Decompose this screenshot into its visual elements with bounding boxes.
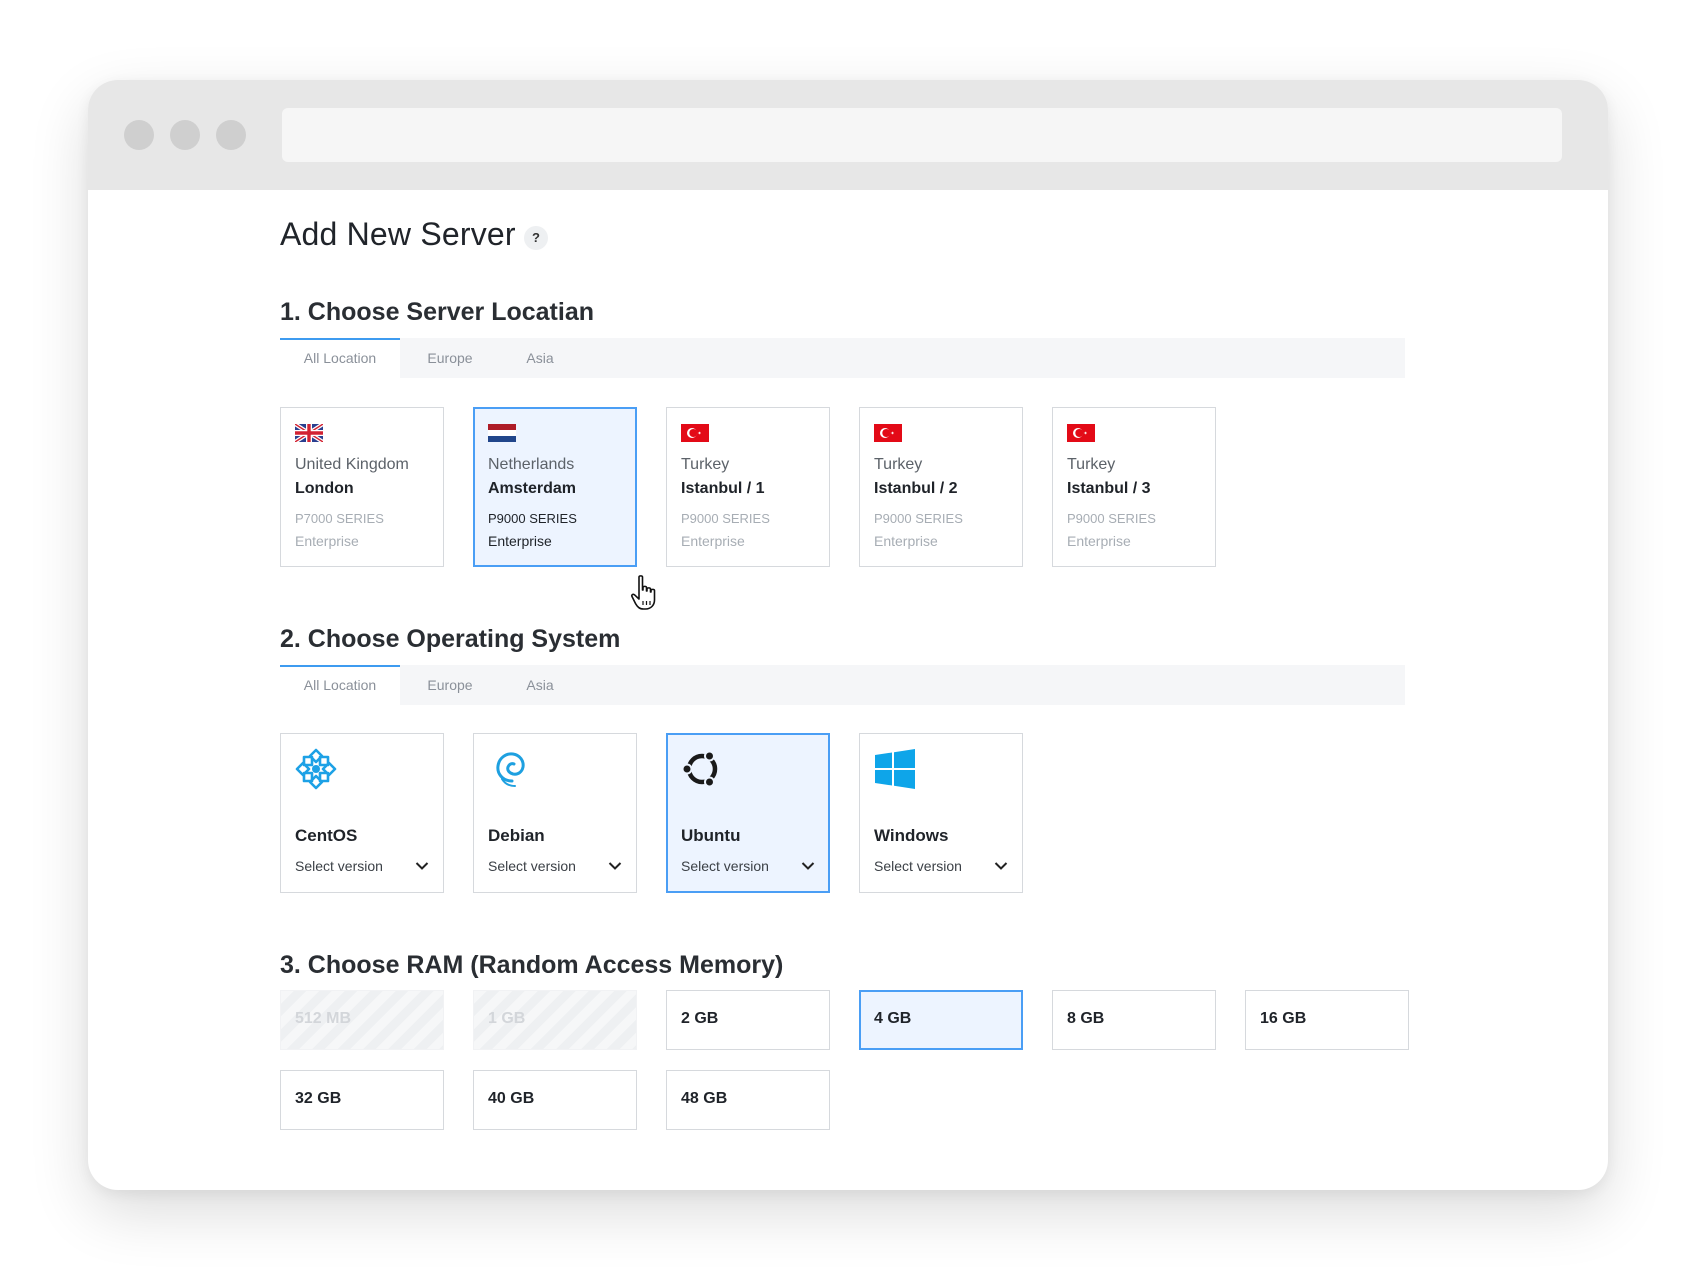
section-title-ram: 3. Choose RAM (Random Access Memory) — [280, 951, 784, 979]
ubuntu-logo-icon — [681, 750, 718, 788]
location-series: P9000 SERIES — [488, 511, 577, 526]
location-country: Turkey — [1067, 456, 1116, 473]
tab-europe[interactable]: Europe — [400, 665, 500, 705]
ram-option-48gb[interactable]: 48 GB — [666, 1070, 830, 1130]
turkey-flag-icon — [1067, 424, 1095, 442]
ram-option-1gb: 1 GB — [473, 990, 637, 1050]
help-icon[interactable]: ? — [524, 226, 548, 250]
location-city: London — [295, 480, 354, 497]
browser-titlebar — [88, 80, 1608, 190]
location-tier: Enterprise — [874, 533, 938, 549]
centos-logo-icon — [295, 748, 337, 790]
location-city: Istanbul / 3 — [1067, 480, 1151, 497]
location-series: P9000 SERIES — [1067, 511, 1156, 526]
location-card-istanbul-1[interactable]: Turkey Istanbul / 1 P9000 SERIES Enterpr… — [666, 407, 830, 567]
ram-option-40gb[interactable]: 40 GB — [473, 1070, 637, 1130]
ram-label: 40 GB — [488, 1090, 535, 1107]
location-city: Amsterdam — [488, 480, 577, 497]
location-card-istanbul-3[interactable]: Turkey Istanbul / 3 P9000 SERIES Enterpr… — [1052, 407, 1216, 567]
location-card-amsterdam[interactable]: Netherlands Amsterdam P9000 SERIES Enter… — [473, 407, 637, 567]
location-series: P9000 SERIES — [874, 511, 963, 526]
os-name: Windows — [874, 826, 949, 845]
version-select[interactable]: Select version — [488, 858, 576, 874]
hand-pointer-cursor-icon — [631, 575, 656, 610]
location-tier: Enterprise — [681, 533, 745, 549]
location-country: Netherlands — [488, 456, 575, 473]
ram-option-16gb[interactable]: 16 GB — [1245, 990, 1409, 1050]
browser-window: Add New Server ? 1. Choose Server Locati… — [88, 80, 1608, 1190]
os-card-debian[interactable]: Debian Select version — [473, 733, 637, 893]
version-select[interactable]: Select version — [295, 858, 383, 874]
tab-all-location[interactable]: All Location — [280, 338, 400, 378]
location-tier: Enterprise — [488, 533, 552, 549]
page-title: Add New Server — [280, 216, 516, 252]
os-name: Ubuntu — [681, 826, 741, 845]
chevron-down-icon[interactable] — [608, 861, 622, 871]
ram-label: 48 GB — [681, 1090, 728, 1107]
location-tier: Enterprise — [1067, 533, 1131, 549]
version-select[interactable]: Select version — [874, 858, 962, 874]
os-card-windows[interactable]: Windows Select version — [859, 733, 1023, 893]
window-minimize-dot[interactable] — [170, 120, 200, 150]
os-card-ubuntu[interactable]: Ubuntu Select version — [666, 733, 830, 893]
section-title-os: 2. Choose Operating System — [280, 625, 621, 653]
location-city: Istanbul / 1 — [681, 480, 765, 497]
ram-option-512mb: 512 MB — [280, 990, 444, 1050]
ram-label: 512 MB — [295, 1010, 352, 1027]
location-city: Istanbul / 2 — [874, 480, 958, 497]
tab-asia[interactable]: Asia — [500, 665, 580, 705]
version-select[interactable]: Select version — [681, 858, 769, 874]
location-country: Turkey — [681, 456, 730, 473]
tab-asia[interactable]: Asia — [500, 338, 580, 378]
turkey-flag-icon — [874, 424, 902, 442]
chevron-down-icon[interactable] — [801, 861, 815, 871]
ram-label: 32 GB — [295, 1090, 342, 1107]
ram-option-8gb[interactable]: 8 GB — [1052, 990, 1216, 1050]
os-name: CentOS — [295, 826, 358, 845]
ram-option-32gb[interactable]: 32 GB — [280, 1070, 444, 1130]
debian-logo-icon — [496, 752, 525, 787]
os-card-centos[interactable]: CentOS Select version — [280, 733, 444, 893]
location-series: P9000 SERIES — [681, 511, 770, 526]
ram-option-4gb[interactable]: 4 GB — [859, 990, 1023, 1050]
os-name: Debian — [488, 826, 545, 845]
chevron-down-icon[interactable] — [994, 861, 1008, 871]
ram-label: 1 GB — [488, 1010, 526, 1027]
ram-label: 16 GB — [1260, 1010, 1307, 1027]
window-close-dot[interactable] — [124, 120, 154, 150]
windows-logo-icon — [875, 749, 915, 789]
chevron-down-icon[interactable] — [415, 861, 429, 871]
window-maximize-dot[interactable] — [216, 120, 246, 150]
ram-label: 4 GB — [874, 1010, 912, 1027]
location-tier: Enterprise — [295, 533, 359, 549]
section-title-location: 1. Choose Server Locatian — [280, 298, 595, 326]
location-tabs: All Location Europe Asia — [280, 338, 1405, 378]
location-card-istanbul-2[interactable]: Turkey Istanbul / 2 P9000 SERIES Enterpr… — [859, 407, 1023, 567]
address-bar[interactable] — [282, 108, 1562, 162]
tab-europe[interactable]: Europe — [400, 338, 500, 378]
ram-label: 8 GB — [1067, 1010, 1105, 1027]
ram-label: 2 GB — [681, 1010, 719, 1027]
os-tabs: All Location Europe Asia — [280, 665, 1405, 705]
location-country: Turkey — [874, 456, 923, 473]
tab-all-location[interactable]: All Location — [280, 665, 400, 705]
uk-flag-icon — [295, 424, 323, 442]
location-series: P7000 SERIES — [295, 511, 384, 526]
location-country: United Kingdom — [295, 456, 409, 473]
turkey-flag-icon — [681, 424, 709, 442]
location-card-london[interactable]: United Kingdom London P7000 SERIES Enter… — [280, 407, 444, 567]
netherlands-flag-icon — [488, 424, 516, 442]
ram-option-2gb[interactable]: 2 GB — [666, 990, 830, 1050]
